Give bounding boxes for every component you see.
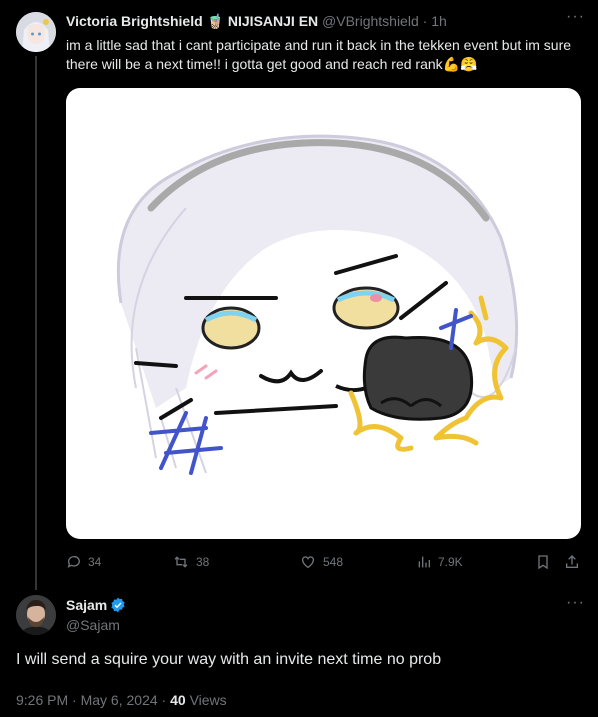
reply-author-name[interactable]: Sajam xyxy=(66,597,107,613)
post-image[interactable] xyxy=(66,88,581,539)
reply-date[interactable]: May 6, 2024 xyxy=(81,692,158,708)
reply-metadata: 9:26 PM · May 6, 2024 · 40 Views xyxy=(16,692,227,708)
heart-icon xyxy=(302,556,314,569)
more-options-icon[interactable]: ··· xyxy=(566,8,585,26)
views-button[interactable]: 7.9K xyxy=(416,552,463,572)
reply-header: Sajam xyxy=(66,597,126,615)
share-button[interactable] xyxy=(564,552,586,572)
reply-author-avatar[interactable] xyxy=(16,595,56,635)
bookmark-icon xyxy=(538,555,548,570)
verified-badge-icon xyxy=(111,597,125,613)
repost-count: 38 xyxy=(196,555,210,569)
like-count: 548 xyxy=(323,555,344,569)
post-action-bar: 34 38 548 7.9K xyxy=(66,552,581,572)
reply-views-count: 40 xyxy=(170,692,186,708)
like-button[interactable]: 548 xyxy=(299,552,343,572)
reply-author-handle[interactable]: @Sajam xyxy=(66,617,120,633)
reply-icon xyxy=(67,556,80,568)
author-handle[interactable]: @VBrightshield xyxy=(322,13,419,29)
author-affiliation[interactable]: NIJISANJI EN xyxy=(228,13,318,29)
author-emoji: 🧋 xyxy=(206,13,224,29)
thread-connector xyxy=(35,56,37,590)
author-avatar[interactable] xyxy=(16,12,56,52)
post-header: Victoria Brightshield 🧋 NIJISANJI EN @VB… xyxy=(66,12,566,30)
post-text: im a little sad that i cant participate … xyxy=(66,37,572,72)
reply-time[interactable]: 9:26 PM xyxy=(16,692,68,708)
share-icon xyxy=(566,555,578,568)
view-count: 7.9K xyxy=(438,555,463,569)
post-time[interactable]: 1h xyxy=(431,13,447,29)
separator-dot: · xyxy=(422,13,428,29)
reply-more-options-icon[interactable]: ··· xyxy=(566,594,585,612)
reply-views-label: Views xyxy=(189,692,227,708)
reply-button[interactable]: 34 xyxy=(66,552,101,572)
repost-button[interactable]: 38 xyxy=(172,552,209,572)
analytics-icon xyxy=(418,556,430,568)
reply-count: 34 xyxy=(88,555,102,569)
reply-text: I will send a squire your way with an in… xyxy=(16,651,442,668)
bookmark-button[interactable] xyxy=(535,552,557,572)
author-name[interactable]: Victoria Brightshield xyxy=(66,13,203,29)
repost-icon xyxy=(174,556,188,568)
